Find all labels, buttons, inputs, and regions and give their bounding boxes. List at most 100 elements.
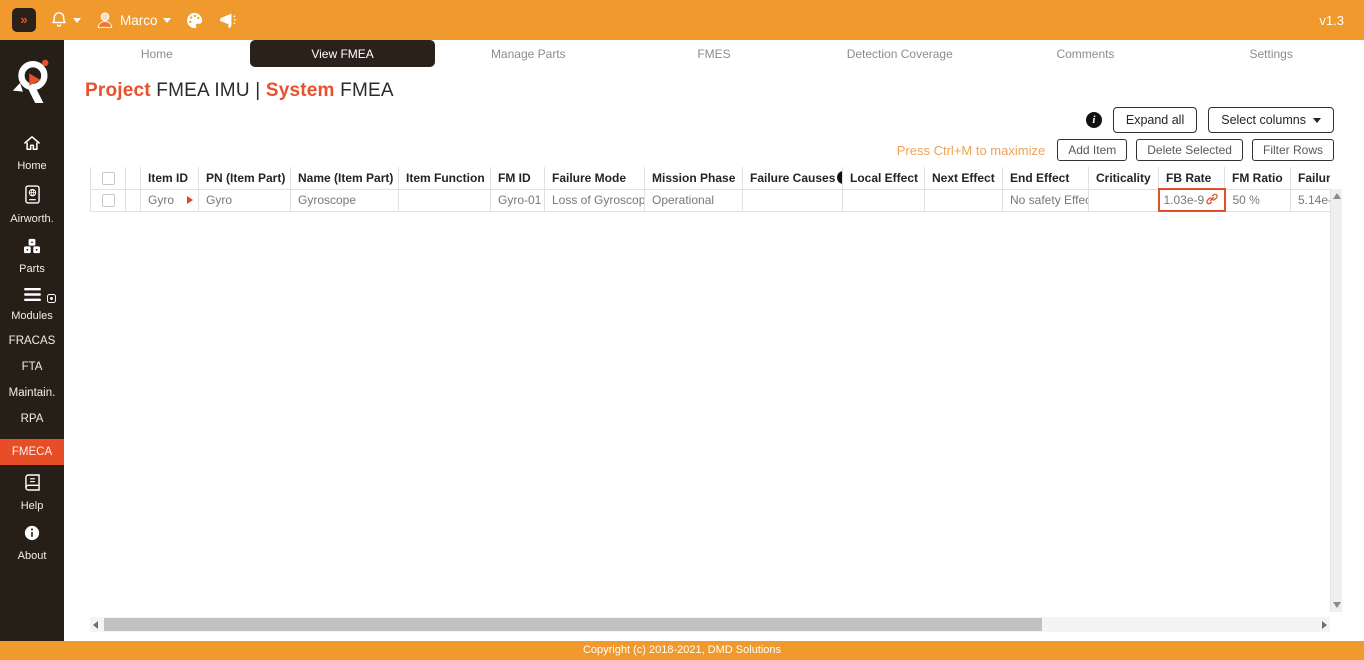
- sidebar-item-parts[interactable]: Parts: [0, 238, 64, 275]
- cell-fm-id[interactable]: Gyro-01: [491, 189, 545, 211]
- fmea-table: Item ID PN (Item Part) Name (Item Part) …: [90, 167, 1330, 212]
- scroll-right-icon[interactable]: [1322, 621, 1327, 629]
- cell-item-function[interactable]: [399, 189, 491, 211]
- col-fm-ratio[interactable]: FM Ratio: [1225, 167, 1291, 189]
- add-item-button[interactable]: Add Item: [1057, 139, 1127, 161]
- title-system-label: System: [266, 80, 335, 101]
- username[interactable]: Marco: [120, 13, 158, 28]
- col-name-item-part[interactable]: Name (Item Part): [291, 167, 399, 189]
- tab-settings[interactable]: Settings: [1178, 40, 1364, 67]
- cell-mission-phase[interactable]: Operational: [645, 189, 743, 211]
- cell-failure-rate[interactable]: 5.14e-: [1291, 189, 1331, 211]
- scrollbar-thumb[interactable]: [104, 618, 1042, 631]
- select-all-checkbox[interactable]: [102, 172, 115, 185]
- sidebar-item-about[interactable]: About: [0, 525, 64, 562]
- sidebar-collapse-button[interactable]: »: [12, 8, 36, 32]
- copyright-footer: Copyright (c) 2018-2021, DMD Solutions: [0, 641, 1364, 660]
- col-item-id[interactable]: Item ID: [141, 167, 199, 189]
- tab-home[interactable]: Home: [64, 40, 250, 67]
- sidebar-item-rpa[interactable]: RPA: [0, 413, 64, 425]
- cell-criticality[interactable]: [1089, 189, 1159, 211]
- tab-manage-parts[interactable]: Manage Parts: [435, 40, 621, 67]
- sidebar-item-fta[interactable]: FTA: [0, 361, 64, 373]
- sidebar-item-airworthiness[interactable]: Airworth.: [0, 185, 64, 225]
- scroll-down-icon[interactable]: [1333, 602, 1341, 608]
- cell-fm-ratio[interactable]: 50 %: [1225, 189, 1291, 211]
- main-content: Project FMEA IMU | System FMEA i Expand …: [64, 67, 1364, 641]
- sidebar-item-label: Home: [17, 160, 46, 172]
- sidebar-item-label: FTA: [22, 361, 43, 373]
- row-checkbox[interactable]: [102, 194, 115, 207]
- sidebar-item-home[interactable]: Home: [0, 135, 64, 172]
- cell-failure-mode[interactable]: Loss of Gyroscop: [545, 189, 645, 211]
- cell-next-effect[interactable]: [925, 189, 1003, 211]
- app-logo: [11, 58, 53, 111]
- expander-column-header: [126, 167, 141, 189]
- cell-local-effect[interactable]: [843, 189, 925, 211]
- user-caret-down-icon[interactable]: [163, 18, 171, 23]
- cell-pn[interactable]: Gyro: [199, 189, 291, 211]
- expand-row-arrow-icon[interactable]: [187, 196, 193, 204]
- col-fb-rate[interactable]: FB Rate: [1159, 167, 1225, 189]
- col-end-effect[interactable]: End Effect: [1003, 167, 1089, 189]
- megaphone-icon[interactable]: [216, 10, 236, 30]
- col-mission-phase[interactable]: Mission Phase: [645, 167, 743, 189]
- tab-fmes[interactable]: FMES: [621, 40, 807, 67]
- modules-pin-icon[interactable]: [47, 290, 56, 308]
- col-failure-mode[interactable]: Failure Mode: [545, 167, 645, 189]
- expand-all-label: Expand all: [1126, 113, 1184, 127]
- app-version: v1.3: [1319, 13, 1344, 28]
- sidebar-item-label: RPA: [21, 413, 44, 425]
- book-icon: [25, 474, 40, 496]
- table-info-icon[interactable]: i: [1086, 112, 1102, 128]
- tab-detection-coverage[interactable]: Detection Coverage: [807, 40, 993, 67]
- bell-caret-down-icon[interactable]: [73, 18, 81, 23]
- cell-fb-rate[interactable]: 1.03e-9: [1159, 189, 1225, 211]
- expand-all-button[interactable]: Expand all: [1113, 107, 1197, 133]
- sidebar-item-fmeca[interactable]: FMECA: [0, 439, 64, 465]
- title-project-label: Project: [85, 80, 151, 101]
- col-local-effect[interactable]: Local Effect: [843, 167, 925, 189]
- fb-rate-value: 1.03e-9: [1164, 193, 1205, 207]
- delete-selected-button[interactable]: Delete Selected: [1136, 139, 1243, 161]
- cubes-icon: [23, 238, 41, 259]
- col-failure-rate[interactable]: Failure: [1291, 167, 1331, 189]
- sidebar-item-help[interactable]: Help: [0, 474, 64, 512]
- col-failure-causes-label: Failure Causes: [750, 171, 835, 185]
- scroll-left-icon[interactable]: [93, 621, 98, 629]
- cell-name[interactable]: Gyroscope: [291, 189, 399, 211]
- select-columns-label: Select columns: [1221, 113, 1306, 127]
- failure-causes-info-icon[interactable]: i: [837, 171, 842, 184]
- sidebar-item-label: Maintain.: [9, 387, 56, 399]
- scroll-up-icon[interactable]: [1333, 193, 1341, 199]
- avatar-icon[interactable]: [95, 10, 115, 30]
- sidebar-item-maintain[interactable]: Maintain.: [0, 387, 64, 399]
- tab-view-fmea[interactable]: View FMEA: [250, 40, 436, 67]
- cell-item-id[interactable]: Gyro: [141, 189, 199, 211]
- table-vertical-scrollbar[interactable]: [1330, 189, 1342, 612]
- sidebar-item-label: About: [18, 550, 47, 562]
- hamburger-icon: [24, 288, 41, 306]
- cell-failure-causes[interactable]: [743, 189, 843, 211]
- col-next-effect[interactable]: Next Effect: [925, 167, 1003, 189]
- tab-comments[interactable]: Comments: [993, 40, 1179, 67]
- sidebar: Home Airworth. Parts Modules FRACAS FTA …: [0, 40, 64, 641]
- bell-icon[interactable]: [50, 11, 68, 29]
- title-project-name: FMEA IMU: [151, 80, 255, 101]
- item-id-value: Gyro: [148, 193, 174, 207]
- col-item-function[interactable]: Item Function: [399, 167, 491, 189]
- palette-icon[interactable]: [185, 11, 204, 30]
- col-pn-item-part[interactable]: PN (Item Part): [199, 167, 291, 189]
- sidebar-item-fracas[interactable]: FRACAS: [0, 335, 64, 347]
- col-criticality[interactable]: Criticality: [1089, 167, 1159, 189]
- cell-end-effect[interactable]: No safety Effec: [1003, 189, 1089, 211]
- table-horizontal-scrollbar[interactable]: [90, 617, 1330, 632]
- sidebar-item-modules[interactable]: Modules: [0, 288, 64, 322]
- col-failure-causes[interactable]: Failure Causes i: [743, 167, 843, 189]
- table-row: Gyro Gyro Gyroscope Gyro-01 Loss of Gyro…: [91, 189, 1331, 211]
- link-icon[interactable]: [1206, 193, 1218, 208]
- table-toolbar-bottom: Press Ctrl+M to maximize Add Item Delete…: [897, 139, 1334, 161]
- select-columns-button[interactable]: Select columns: [1208, 107, 1334, 133]
- col-fm-id[interactable]: FM ID: [491, 167, 545, 189]
- filter-rows-button[interactable]: Filter Rows: [1252, 139, 1334, 161]
